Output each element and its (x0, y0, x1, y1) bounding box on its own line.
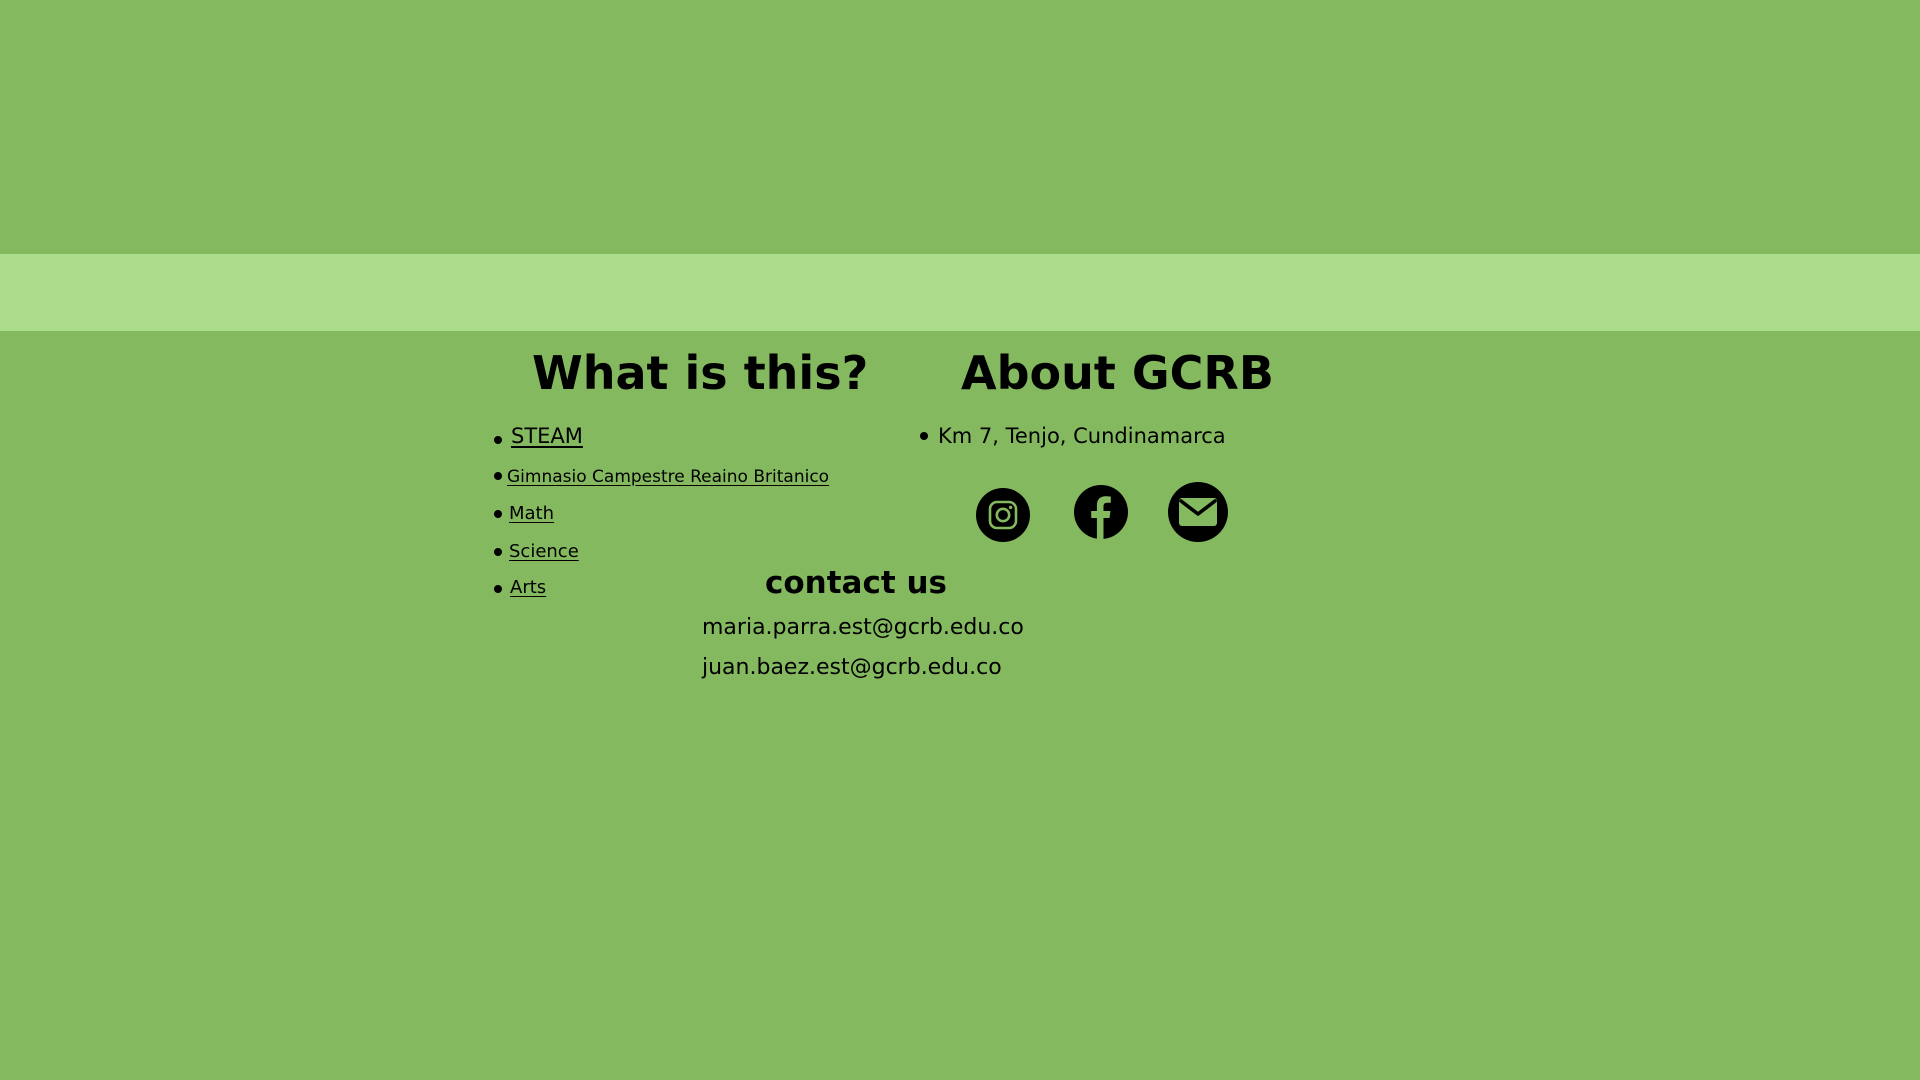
instagram-icon[interactable] (976, 488, 1030, 542)
what-is-this-heading: What is this? (532, 346, 869, 400)
facebook-icon[interactable] (1074, 485, 1128, 539)
email-text: juan.baez.est@gcrb.edu.co (702, 655, 1002, 680)
steam-link[interactable]: STEAM (511, 424, 583, 448)
page: What is this? About GCRB STEAM Gimnasio … (0, 0, 1920, 1080)
bullet (494, 585, 502, 593)
bullet (494, 472, 502, 480)
list-item: Gimnasio Campestre Reaino Britanico (507, 469, 829, 486)
list-item: Arts (510, 579, 546, 597)
list-item: Science (509, 543, 579, 561)
contact-heading: contact us (765, 565, 947, 601)
arts-link[interactable]: Arts (510, 577, 546, 598)
list-item: STEAM (511, 426, 583, 447)
bullet (494, 548, 502, 556)
mail-icon[interactable] (1168, 482, 1228, 542)
bullet (494, 436, 502, 444)
email-text: maria.parra.est@gcrb.edu.co (702, 615, 1024, 640)
address-text: Km 7, Tenjo, Cundinamarca (938, 424, 1226, 448)
bullet (494, 510, 502, 518)
math-link[interactable]: Math (509, 503, 554, 524)
school-link[interactable]: Gimnasio Campestre Reaino Britanico (507, 467, 829, 487)
header-band (0, 254, 1920, 331)
about-heading: About GCRB (961, 346, 1274, 400)
science-link[interactable]: Science (509, 541, 579, 562)
bullet (920, 432, 928, 440)
list-item: Math (509, 505, 554, 523)
